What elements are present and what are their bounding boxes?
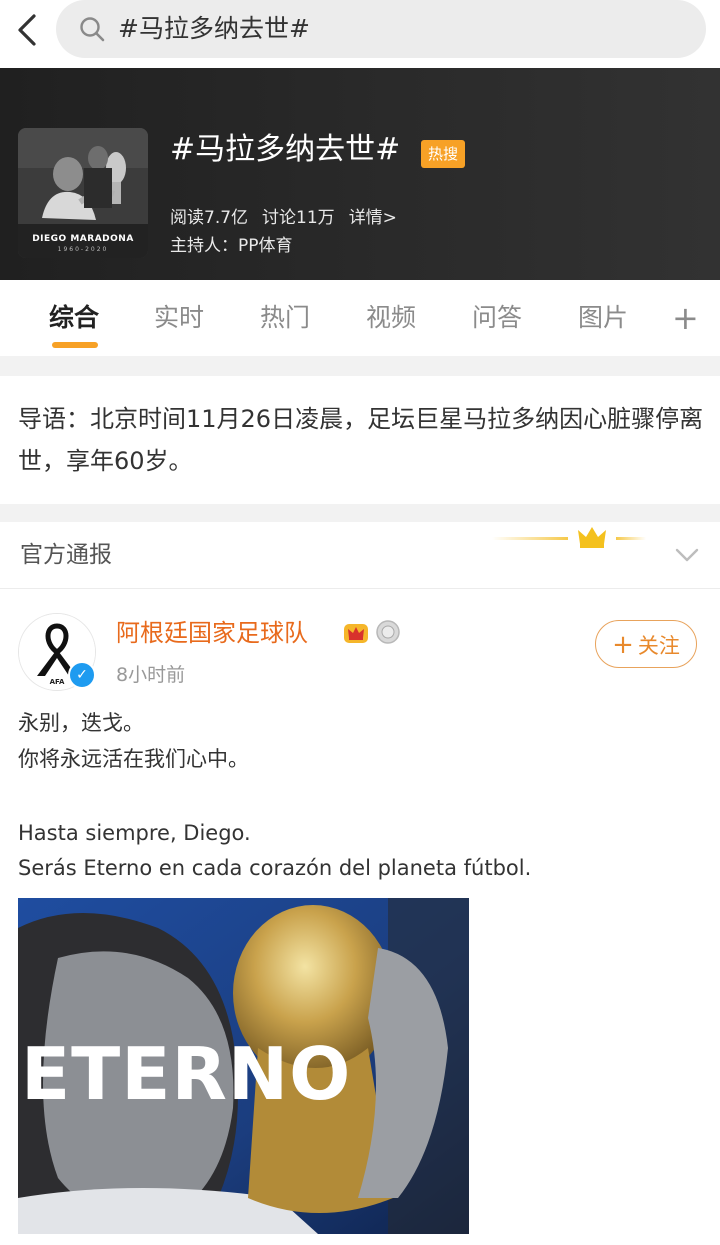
post-time: 8小时前	[116, 664, 186, 686]
weibo-post: AFA ✓ 阿根廷国家足球队 8小时前 + 关注 永别，迭戈。 你将永远活在我们心…	[0, 589, 720, 1245]
follow-button[interactable]: + 关注	[595, 620, 697, 668]
plus-icon[interactable]: +	[672, 298, 699, 338]
search-input[interactable]: #马拉多纳去世#	[56, 0, 706, 58]
back-arrow-icon[interactable]	[8, 8, 48, 52]
topic-stats: 阅读7.7亿 讨论11万 详情>	[170, 203, 411, 228]
plus-icon: +	[612, 630, 634, 660]
verified-icon: ✓	[68, 661, 96, 689]
discussion-count: 讨论11万	[262, 208, 335, 228]
official-section-header[interactable]: 官方通报	[0, 522, 720, 589]
post-text-line: 你将永远活在我们心中。	[18, 747, 249, 771]
tab-video[interactable]: 视频	[366, 298, 416, 338]
hot-search-badge: 热搜	[421, 140, 465, 168]
tab-qa[interactable]: 问答	[472, 298, 522, 338]
tab-hot[interactable]: 热门	[260, 298, 310, 338]
section-divider	[0, 504, 720, 522]
post-text-line: Hasta siempre, Diego.	[18, 821, 251, 845]
details-link[interactable]: 详情>	[349, 208, 397, 228]
section-divider	[0, 356, 720, 376]
cover-years: 1960-2020	[57, 246, 109, 253]
official-section-title: 官方通报	[20, 542, 112, 568]
image-overlay-text: ETERNO	[21, 1032, 352, 1116]
post-text-line: 永别，迭戈。	[18, 711, 144, 735]
follow-label: 关注	[637, 634, 680, 658]
topic-header: DIEGO MARADONA 1960-2020 #马拉多纳去世# 热搜 阅读7…	[0, 68, 720, 280]
chevron-down-icon[interactable]	[672, 540, 702, 570]
search-query-text: #马拉多纳去世#	[118, 14, 310, 43]
topic-title: #马拉多纳去世#	[170, 132, 401, 167]
post-image[interactable]: ETERNO	[18, 898, 469, 1234]
author-name[interactable]: 阿根廷国家足球队	[116, 613, 308, 653]
intro-text: 导语：北京时间11月26日凌晨，足坛巨星马拉多纳因心脏骤停离世，享年60岁。	[18, 405, 704, 475]
topic-host[interactable]: 主持人：PP体育	[170, 231, 293, 256]
svg-text:AFA: AFA	[50, 678, 65, 686]
cover-caption: DIEGO MARADONA	[32, 234, 134, 244]
crown-icon[interactable]	[343, 621, 369, 645]
search-icon	[78, 15, 106, 43]
tab-general[interactable]: 综合	[49, 298, 99, 338]
read-count: 阅读7.7亿	[170, 208, 249, 228]
medal-icon[interactable]	[375, 619, 401, 645]
crown-decoration-icon	[492, 522, 652, 556]
tab-images[interactable]: 图片	[578, 298, 634, 338]
tab-bar: 综合 实时 热门 视频 问答 图片 +	[0, 280, 720, 356]
topic-cover-image[interactable]: DIEGO MARADONA 1960-2020	[18, 128, 148, 258]
topic-intro: 导语：北京时间11月26日凌晨，足坛巨星马拉多纳因心脏骤停离世，享年60岁。	[0, 376, 720, 504]
post-text-line: Serás Eterno en cada corazón del planeta…	[18, 856, 532, 880]
active-tab-indicator	[52, 342, 98, 348]
tab-realtime[interactable]: 实时	[154, 298, 204, 338]
top-bar: #马拉多纳去世#	[0, 0, 720, 68]
